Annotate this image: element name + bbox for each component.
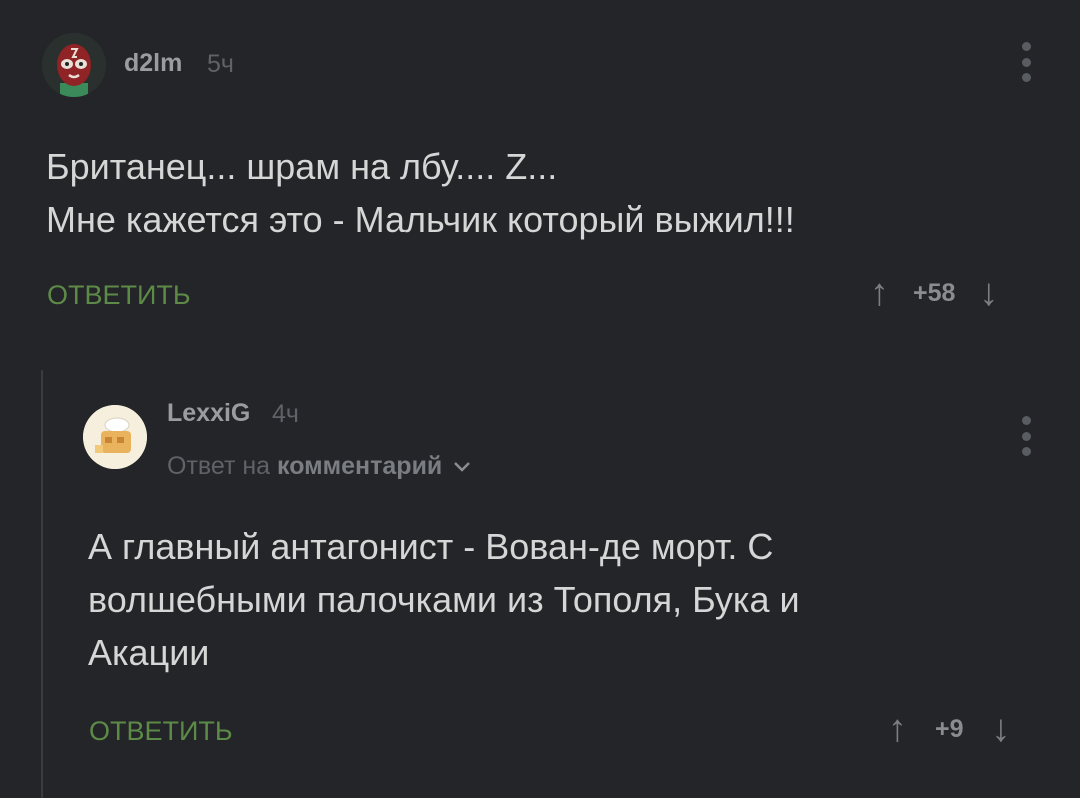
avatar[interactable] — [83, 405, 147, 469]
comment: d2lm 5ч Британец... шрам на лбу.... Z...… — [0, 0, 1080, 350]
comment-time: 5ч — [207, 50, 234, 78]
vote-controls: ↑ +58 ↓ — [870, 274, 998, 312]
reply-to-link[interactable]: Ответ на комментарий — [167, 452, 471, 481]
score: +58 — [913, 278, 956, 307]
upvote-arrow-icon[interactable]: ↑ — [870, 274, 889, 312]
reply-button[interactable]: ОТВЕТИТЬ — [89, 716, 233, 747]
author-name[interactable]: LexxiG — [167, 399, 250, 428]
comment-line: Мне кажется это - Мальчик который выжил!… — [46, 199, 795, 240]
comment-line: волшебными палочками из Тополя, Бука и — [88, 579, 800, 620]
comment-line: Британец... шрам на лбу.... Z... — [46, 146, 558, 187]
score: +9 — [935, 714, 964, 743]
comment-reply: LexxiG 4ч Ответ на комментарий А главный… — [0, 350, 1080, 798]
avatar[interactable] — [42, 33, 106, 97]
author-name[interactable]: d2lm — [124, 49, 182, 78]
more-vertical-icon[interactable] — [1016, 416, 1036, 456]
comment-text: А главный антагонист - Вован-де морт. С … — [88, 520, 1028, 679]
comment-line: Акации — [88, 632, 210, 673]
comment-text: Британец... шрам на лбу.... Z... Мне каж… — [46, 140, 1026, 246]
downvote-arrow-icon[interactable]: ↓ — [979, 274, 998, 312]
comment-time: 4ч — [272, 400, 299, 428]
chevron-down-icon[interactable] — [453, 460, 471, 474]
more-vertical-icon[interactable] — [1016, 42, 1036, 82]
luchador-mask-avatar-icon — [42, 33, 106, 97]
vote-controls: ↑ +9 ↓ — [888, 710, 1011, 748]
downvote-arrow-icon[interactable]: ↓ — [992, 710, 1011, 748]
reply-to-target[interactable]: комментарий — [277, 452, 442, 480]
reply-button[interactable]: ОТВЕТИТЬ — [47, 280, 191, 311]
chef-house-avatar-icon — [83, 405, 147, 469]
reply-to-prefix: Ответ на — [167, 452, 271, 480]
upvote-arrow-icon[interactable]: ↑ — [888, 710, 907, 748]
comment-line: А главный антагонист - Вован-де морт. С — [88, 526, 774, 567]
